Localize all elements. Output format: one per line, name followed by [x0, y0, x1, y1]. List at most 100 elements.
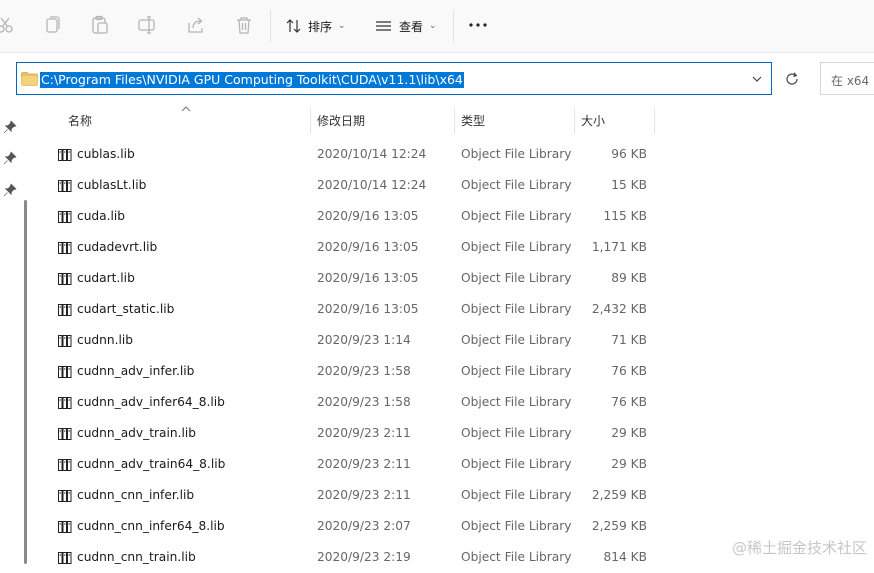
column-divider[interactable]	[310, 108, 311, 134]
refresh-button[interactable]	[776, 62, 808, 95]
file-type: Object File Library	[461, 550, 572, 564]
chevron-down-icon: ⌄	[338, 21, 346, 31]
file-size: 2,259 KB	[591, 519, 647, 533]
navigation-scrollbar[interactable]	[24, 200, 27, 564]
file-name: cudart.lib	[77, 271, 135, 285]
file-name: cublas.lib	[77, 147, 135, 161]
search-box[interactable]: 在 x64 中搜索	[820, 62, 874, 95]
table-row[interactable]: cudart.lib 2020/9/16 13:05 Object File L…	[48, 263, 668, 294]
toolbar-divider	[270, 10, 271, 42]
file-size: 76 KB	[611, 364, 647, 378]
file-size: 96 KB	[611, 147, 647, 161]
file-size: 29 KB	[611, 426, 647, 440]
file-type: Object File Library	[461, 302, 572, 316]
file-date: 2020/9/23 1:58	[317, 364, 411, 378]
chevron-down-icon[interactable]	[751, 72, 763, 86]
sort-label: 排序	[308, 19, 333, 34]
file-date: 2020/9/23 2:11	[317, 457, 411, 471]
library-file-icon	[58, 273, 72, 285]
file-size: 15 KB	[611, 178, 647, 192]
file-size: 2,259 KB	[591, 488, 647, 502]
rename-icon[interactable]	[137, 14, 159, 36]
file-type: Object File Library	[461, 271, 572, 285]
pin-icon[interactable]	[3, 120, 17, 134]
paste-icon[interactable]	[89, 14, 111, 36]
file-size: 1,171 KB	[591, 240, 647, 254]
cut-icon[interactable]	[0, 14, 16, 36]
table-row[interactable]: cudnn_cnn_train.lib 2020/9/23 2:19 Objec…	[48, 542, 668, 573]
pin-icon[interactable]	[3, 151, 17, 165]
file-size: 71 KB	[611, 333, 647, 347]
file-date: 2020/10/14 12:24	[317, 178, 427, 192]
view-list-icon	[376, 21, 391, 31]
more-options-icon[interactable]	[466, 14, 490, 36]
table-row[interactable]: cudnn_adv_train64_8.lib 2020/9/23 2:11 O…	[48, 449, 668, 480]
file-name: cudadevrt.lib	[77, 240, 158, 254]
column-header-name[interactable]: 名称	[68, 106, 92, 136]
table-row[interactable]: cudnn_cnn_infer64_8.lib 2020/9/23 2:07 O…	[48, 511, 668, 542]
view-label: 查看	[399, 19, 424, 34]
column-divider[interactable]	[654, 108, 655, 134]
share-icon[interactable]	[185, 14, 207, 36]
library-file-icon	[58, 180, 72, 192]
table-row[interactable]: cudart_static.lib 2020/9/16 13:05 Object…	[48, 294, 668, 325]
search-placeholder[interactable]: 在 x64 中搜索	[831, 72, 874, 89]
file-type: Object File Library	[461, 488, 572, 502]
library-file-icon	[58, 149, 72, 161]
column-header-type[interactable]: 类型	[461, 106, 485, 136]
table-row[interactable]: cublas.lib 2020/10/14 12:24 Object File …	[48, 139, 668, 170]
table-row[interactable]: cublasLt.lib 2020/10/14 12:24 Object Fil…	[48, 170, 668, 201]
file-type: Object File Library	[461, 240, 572, 254]
file-name: cublasLt.lib	[77, 178, 147, 192]
file-size: 814 KB	[603, 550, 648, 564]
file-size: 115 KB	[603, 209, 648, 223]
file-type: Object File Library	[461, 147, 572, 161]
file-date: 2020/9/16 13:05	[317, 209, 419, 223]
library-file-icon	[58, 242, 72, 254]
file-date: 2020/9/23 1:58	[317, 395, 411, 409]
file-date: 2020/9/23 1:14	[317, 333, 411, 347]
table-row[interactable]: cudnn.lib 2020/9/23 1:14 Object File Lib…	[48, 325, 668, 356]
file-date: 2020/9/23 2:07	[317, 519, 411, 533]
library-file-icon	[58, 521, 72, 533]
file-size: 2,432 KB	[591, 302, 647, 316]
file-name: cuda.lib	[77, 209, 126, 223]
library-file-icon	[58, 459, 72, 471]
delete-icon[interactable]	[233, 14, 255, 36]
pin-icon[interactable]	[3, 183, 17, 197]
library-file-icon	[58, 428, 72, 440]
file-name: cudart_static.lib	[77, 302, 175, 316]
table-row[interactable]: cudnn_adv_infer.lib 2020/9/23 1:58 Objec…	[48, 356, 668, 387]
column-divider[interactable]	[574, 108, 575, 134]
file-name: cudnn.lib	[77, 333, 133, 347]
file-type: Object File Library	[461, 519, 572, 533]
table-row[interactable]: cudnn_adv_infer64_8.lib 2020/9/23 1:58 O…	[48, 387, 668, 418]
file-date: 2020/9/23 2:19	[317, 550, 411, 564]
table-row[interactable]: cudnn_adv_train.lib 2020/9/23 2:11 Objec…	[48, 418, 668, 449]
column-header-size[interactable]: 大小	[581, 106, 605, 136]
file-type: Object File Library	[461, 426, 572, 440]
file-type: Object File Library	[461, 364, 572, 378]
folder-icon	[21, 72, 38, 86]
view-button[interactable]: 查看 ⌄	[375, 13, 437, 39]
table-row[interactable]: cudadevrt.lib 2020/9/16 13:05 Object Fil…	[48, 232, 668, 263]
file-name: cudnn_cnn_infer.lib	[77, 488, 195, 502]
file-date: 2020/9/23 2:11	[317, 488, 411, 502]
sort-icon	[286, 19, 301, 33]
file-name: cudnn_adv_train.lib	[77, 426, 196, 440]
library-file-icon	[58, 552, 72, 564]
address-path[interactable]: C:\Program Files\NVIDIA GPU Computing To…	[40, 72, 464, 88]
column-header-date[interactable]: 修改日期	[317, 106, 365, 136]
table-row[interactable]: cuda.lib 2020/9/16 13:05 Object File Lib…	[48, 201, 668, 232]
file-date: 2020/9/23 2:11	[317, 426, 411, 440]
file-type: Object File Library	[461, 178, 572, 192]
library-file-icon	[58, 335, 72, 347]
column-divider[interactable]	[454, 108, 455, 134]
copy-icon[interactable]	[41, 14, 63, 36]
file-date: 2020/9/16 13:05	[317, 271, 419, 285]
table-row[interactable]: cudnn_cnn_infer.lib 2020/9/23 2:11 Objec…	[48, 480, 668, 511]
file-type: Object File Library	[461, 333, 572, 347]
sort-button[interactable]: 排序 ⌄	[286, 13, 346, 39]
refresh-icon	[786, 71, 798, 85]
address-bar[interactable]: C:\Program Files\NVIDIA GPU Computing To…	[16, 62, 772, 95]
